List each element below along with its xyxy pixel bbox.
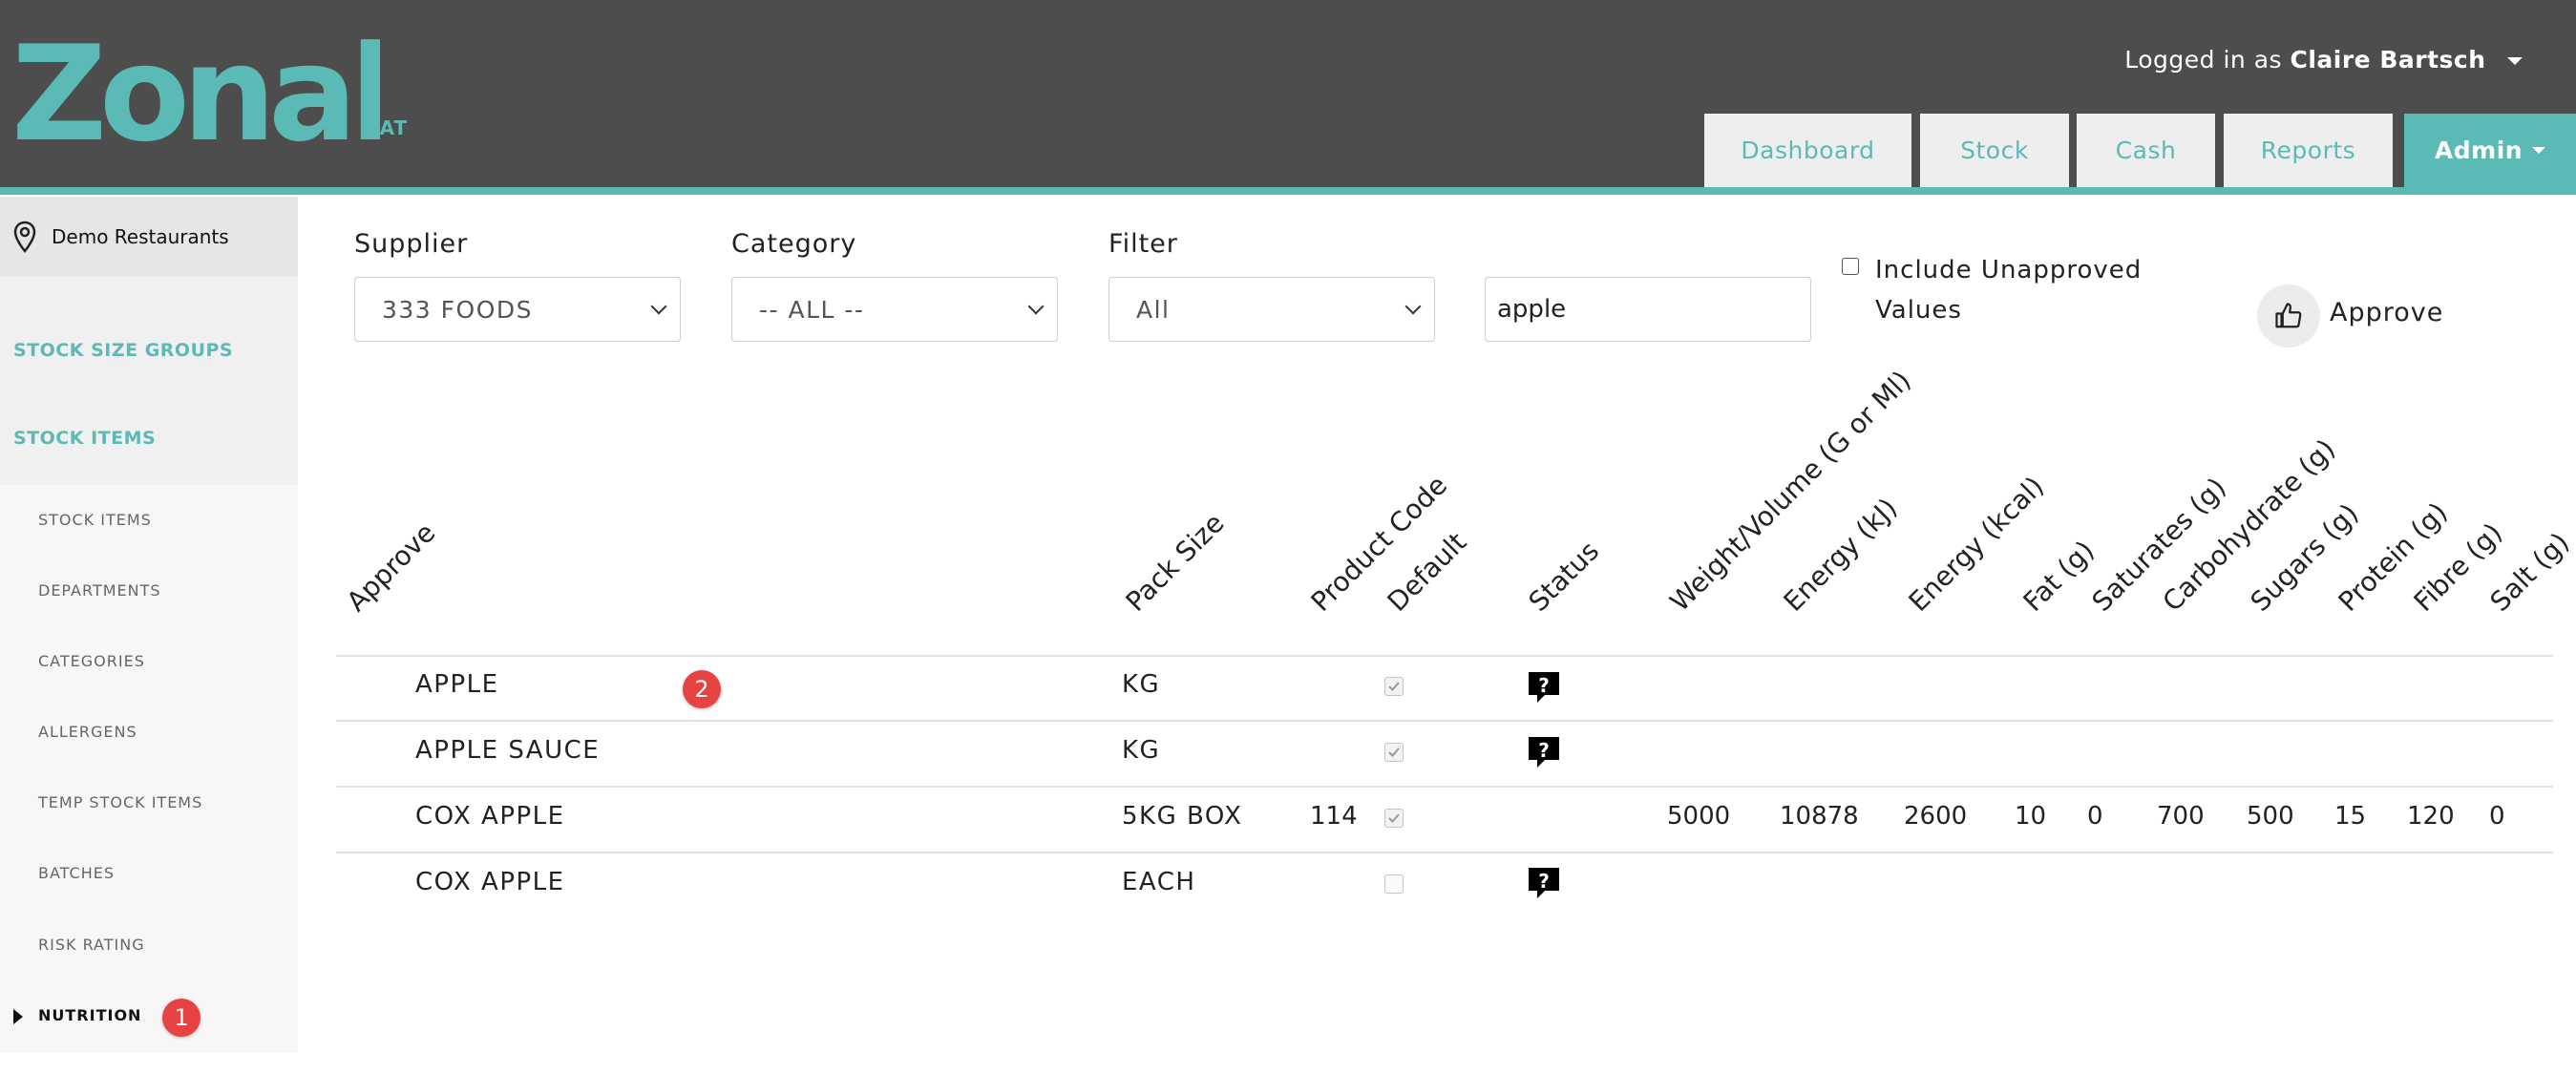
nav-cash-label: Cash [2115,137,2177,164]
energy-kj-value: 10878 [1780,802,1859,831]
sidebar-sub-batches[interactable]: BATCHES [38,864,115,882]
svg-text:?: ? [1538,739,1550,762]
col-header-fat[interactable]: Fat (g) [2017,535,2101,618]
chevron-down-icon [1027,298,1045,315]
user-name: Claire Bartsch [2290,46,2486,74]
filter-select-value: All [1136,295,1171,324]
map-pin-icon [13,221,36,253]
sidebar-item-stock-size-groups[interactable]: STOCK SIZE GROUPS [13,340,233,361]
user-menu[interactable]: Logged in as Claire Bartsch [2124,46,2523,74]
supplier-select[interactable]: 333 FOODS [354,277,681,342]
question-status-icon: ? [1529,737,1559,768]
sidebar-sub-stock-items[interactable]: STOCK ITEMS [38,511,152,529]
check-icon [1388,682,1400,691]
svg-text:?: ? [1538,870,1550,893]
annotation-badge-2: 2 [683,670,721,708]
nav-reports[interactable]: Reports [2224,114,2393,187]
row-divider [336,852,2553,853]
sidebar-sub-allergens[interactable]: ALLERGENS [38,723,137,741]
product-code: 114 [1310,802,1358,831]
fibre-value: 120 [2407,802,2455,831]
include-unapproved-checkbox[interactable] [1842,258,1859,275]
col-header-approve[interactable]: Approve [341,516,442,618]
caret-down-icon [2532,147,2546,154]
sidebar-sub-departments[interactable]: DEPARTMENTS [38,581,161,600]
col-header-product-code[interactable]: Product Code [1305,470,1453,618]
category-select[interactable]: -- ALL -- [731,277,1058,342]
sidebar-sub-risk-rating[interactable]: RISK RATING [38,936,145,954]
location-selector[interactable]: Demo Restaurants [0,197,298,277]
check-icon [1388,813,1400,823]
supplier-select-value: 333 FOODS [382,295,534,324]
chevron-down-icon [650,298,667,315]
saturates-value: 0 [2087,802,2103,831]
sidebar-item-stock-items[interactable]: STOCK ITEMS [13,428,156,449]
question-status-icon: ? [1529,672,1559,703]
protein-value: 15 [2334,802,2367,831]
col-header-status[interactable]: Status [1523,536,1605,618]
row-divider [336,786,2553,788]
thumbs-up-icon [2275,303,2302,328]
check-icon [1388,748,1400,757]
top-header: Zonal UAT Logged in as Claire Bartsch Da… [0,0,2576,187]
default-checkbox[interactable] [1384,743,1404,762]
chevron-down-icon [1404,298,1422,315]
question-status-icon: ? [1529,868,1559,898]
nav-dashboard[interactable]: Dashboard [1704,114,1911,187]
pack-size: 5KG BOX [1122,802,1243,831]
energy-kcal-value: 2600 [1904,802,1968,831]
nav-stock[interactable]: Stock [1920,114,2069,187]
svg-text:?: ? [1538,674,1550,697]
default-checkbox[interactable] [1384,809,1404,828]
nav-stock-label: Stock [1960,137,2029,164]
nav-reports-label: Reports [2260,137,2356,164]
col-header-energy-kj[interactable]: Energy (kJ) [1778,492,1904,618]
zonal-logo[interactable]: Zonal [11,17,395,171]
sidebar-submenu: STOCK ITEMS DEPARTMENTS CATEGORIES ALLER… [0,485,298,1053]
item-name: APPLE [415,670,499,699]
category-select-value: -- ALL -- [759,295,865,324]
fat-value: 10 [2015,802,2047,831]
item-name: COX APPLE [415,868,565,896]
nav-admin[interactable]: Admin [2404,114,2576,187]
salt-value: 0 [2489,802,2505,831]
filter-select[interactable]: All [1109,277,1435,342]
pack-size: EACH [1122,868,1196,896]
sidebar-main-menu: STOCK SIZE GROUPS STOCK ITEMS [0,277,298,485]
approve-button[interactable] [2257,284,2320,347]
category-label: Category [731,229,857,259]
search-input[interactable] [1485,277,1811,342]
nav-admin-label: Admin [2434,137,2523,164]
pack-size: KG [1122,736,1161,765]
sidebar-sub-categories[interactable]: CATEGORIES [38,652,145,670]
pack-size: KG [1122,670,1161,699]
row-divider [336,655,2553,657]
weight-value: 5000 [1667,802,1731,831]
sidebar-sub-nutrition[interactable]: NUTRITION [38,1006,141,1024]
caret-down-icon [2507,57,2523,65]
nav-dashboard-label: Dashboard [1741,137,1875,164]
col-header-pack-size[interactable]: Pack Size [1120,507,1231,618]
sugars-value: 500 [2247,802,2294,831]
include-unapproved-label: Include Unapproved Values [1875,256,2143,325]
supplier-label: Supplier [354,229,469,259]
user-menu-prefix: Logged in as [2124,46,2283,74]
item-name: COX APPLE [415,802,565,831]
col-header-weight[interactable]: Weight/Volume (G or Ml) [1664,365,1917,618]
location-name: Demo Restaurants [52,225,229,248]
caret-right-icon [13,1009,23,1024]
annotation-badge-1: 1 [162,999,201,1037]
row-divider [336,720,2553,722]
approve-label: Approve [2330,298,2444,327]
filter-label: Filter [1109,229,1178,259]
default-checkbox[interactable] [1384,874,1404,894]
item-name: APPLE SAUCE [415,736,601,765]
header-accent-stripe [0,187,2576,195]
default-checkbox[interactable] [1384,677,1404,696]
carbohydrate-value: 700 [2157,802,2205,831]
sidebar-sub-temp-stock-items[interactable]: TEMP STOCK ITEMS [38,793,202,811]
environment-label: UAT [364,116,409,139]
nav-cash[interactable]: Cash [2077,114,2215,187]
zonal-logo-mark: Zonal [11,17,395,171]
